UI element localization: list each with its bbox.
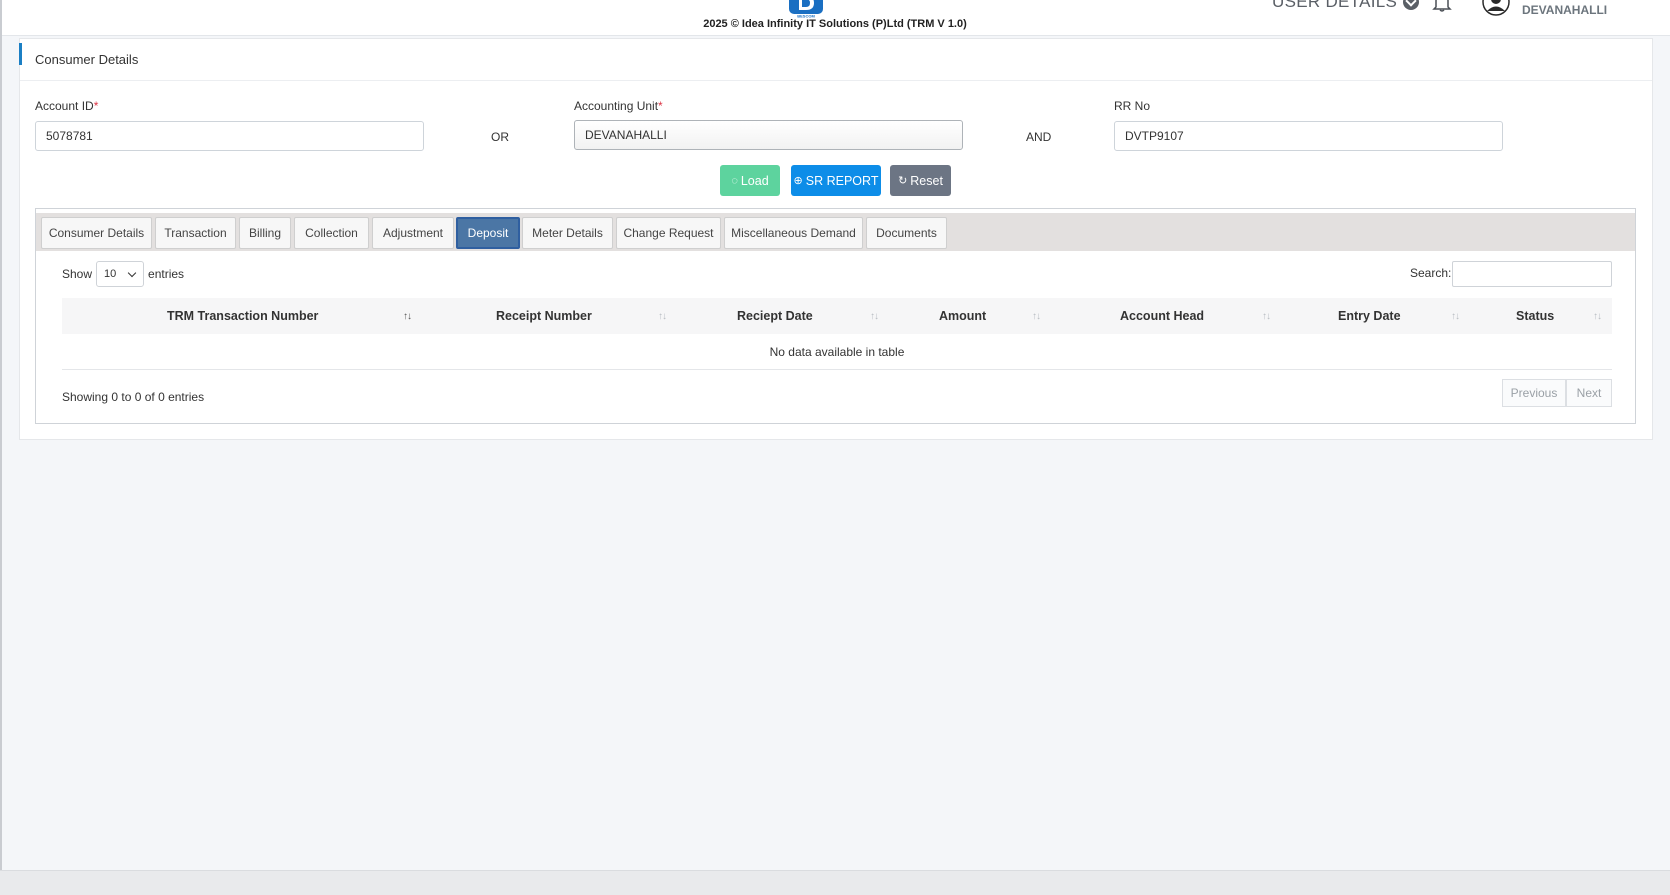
- and-separator: AND: [1026, 130, 1052, 144]
- column-header-status[interactable]: Status: [1516, 309, 1554, 323]
- column-header-trm-transaction-number[interactable]: TRM Transaction Number: [167, 309, 318, 323]
- plus-circle-icon: ⊕: [793, 175, 803, 187]
- rr-no-label: RR No: [1114, 99, 1151, 113]
- tab-deposit[interactable]: Deposit: [456, 217, 520, 249]
- left-edge-border: [0, 0, 2, 895]
- sr-report-button[interactable]: ⊕ SR REPORT: [791, 165, 881, 196]
- load-button-label: Load: [740, 173, 769, 188]
- footer: [0, 870, 1670, 895]
- accounting-unit-select[interactable]: [574, 120, 963, 150]
- sort-icon[interactable]: ↑↓: [1032, 311, 1041, 322]
- chevron-down-icon: [1403, 0, 1420, 10]
- column-header-receipt-number[interactable]: Receipt Number: [496, 309, 592, 323]
- tab-bar: Consumer Details Transaction Billing Col…: [36, 213, 1635, 251]
- avatar-icon[interactable]: [1482, 0, 1510, 16]
- user-details-label: USER DETAILS: [1272, 0, 1398, 11]
- refresh-icon: ↻: [898, 175, 908, 187]
- show-entries-control: Show 10 entries: [62, 261, 184, 287]
- reset-button-label: Reset: [910, 173, 943, 188]
- user-location: DEVANAHALLI: [1522, 3, 1608, 17]
- footer-copyright: 2025 © Idea Infinity IT Solutions (P)Ltd…: [703, 18, 967, 30]
- sort-icon[interactable]: ↑↓: [1262, 311, 1271, 322]
- required-marker: *: [93, 99, 99, 113]
- sr-report-button-label: SR REPORT: [805, 173, 879, 188]
- tab-adjustment[interactable]: Adjustment: [372, 217, 454, 249]
- accounting-unit-label-text: Accounting Unit: [574, 99, 659, 113]
- search-input[interactable]: [1452, 261, 1612, 287]
- spinner-icon: ◌: [731, 174, 738, 187]
- previous-page-button[interactable]: Previous: [1502, 379, 1566, 407]
- entries-label: entries: [148, 267, 185, 281]
- sort-icon[interactable]: ↑↓: [1451, 311, 1460, 322]
- column-header-account-head[interactable]: Account Head: [1120, 309, 1204, 323]
- tab-meter-details[interactable]: Meter Details: [522, 217, 613, 249]
- entries-select[interactable]: 10: [96, 261, 145, 287]
- empty-table-message: No data available in table: [62, 334, 1612, 370]
- sort-asc-icon[interactable]: ↑↓: [403, 311, 412, 322]
- account-id-input[interactable]: [35, 121, 424, 151]
- tab-documents[interactable]: Documents: [866, 217, 947, 249]
- sort-icon[interactable]: ↑↓: [658, 311, 667, 322]
- tab-transaction[interactable]: Transaction: [155, 217, 236, 249]
- required-marker: *: [658, 99, 663, 113]
- table-header-row: TRM Transaction Number ↑↓ Receipt Number…: [62, 298, 1612, 334]
- tab-consumer-details[interactable]: Consumer Details: [41, 217, 152, 249]
- rr-no-input[interactable]: [1114, 121, 1503, 151]
- table-info: Showing 0 to 0 of 0 entries: [62, 390, 205, 404]
- card-accent-bar: [19, 43, 22, 65]
- account-id-label-text: Account ID: [35, 99, 94, 113]
- tab-billing[interactable]: Billing: [239, 217, 291, 249]
- bescom-logo: BESCOM: [789, 0, 823, 18]
- tab-collection[interactable]: Collection: [294, 217, 369, 249]
- card-header: Consumer Details: [19, 39, 1652, 81]
- load-button[interactable]: ◌ Load: [720, 165, 780, 196]
- show-label: Show: [62, 267, 93, 281]
- tab-change-request[interactable]: Change Request: [616, 217, 721, 249]
- account-id-label: Account ID*: [35, 99, 98, 113]
- or-separator: OR: [491, 130, 509, 144]
- accounting-unit-label: Accounting Unit*: [574, 99, 663, 113]
- consumer-details-card: Consumer Details Account ID* OR Accounti…: [19, 38, 1653, 440]
- user-details-menu[interactable]: USER DETAILS: [1272, 0, 1420, 12]
- column-header-amount[interactable]: Amount: [939, 309, 986, 323]
- chevron-down-icon: [127, 268, 137, 277]
- sort-icon[interactable]: ↑↓: [870, 311, 879, 322]
- search-label: Search:: [1410, 266, 1452, 280]
- entries-select-value: 10: [104, 268, 117, 280]
- column-header-reciept-date[interactable]: Reciept Date: [737, 309, 813, 323]
- column-header-entry-date[interactable]: Entry Date: [1338, 309, 1401, 323]
- reset-button[interactable]: ↻ Reset: [890, 165, 951, 196]
- bell-icon[interactable]: [1432, 0, 1452, 12]
- tabs-panel: Consumer Details Transaction Billing Col…: [35, 208, 1636, 424]
- card-title: Consumer Details: [35, 52, 139, 67]
- next-page-button[interactable]: Next: [1566, 379, 1612, 407]
- sort-icon[interactable]: ↑↓: [1593, 311, 1602, 322]
- tab-miscellaneous-demand[interactable]: Miscellaneous Demand: [724, 217, 863, 249]
